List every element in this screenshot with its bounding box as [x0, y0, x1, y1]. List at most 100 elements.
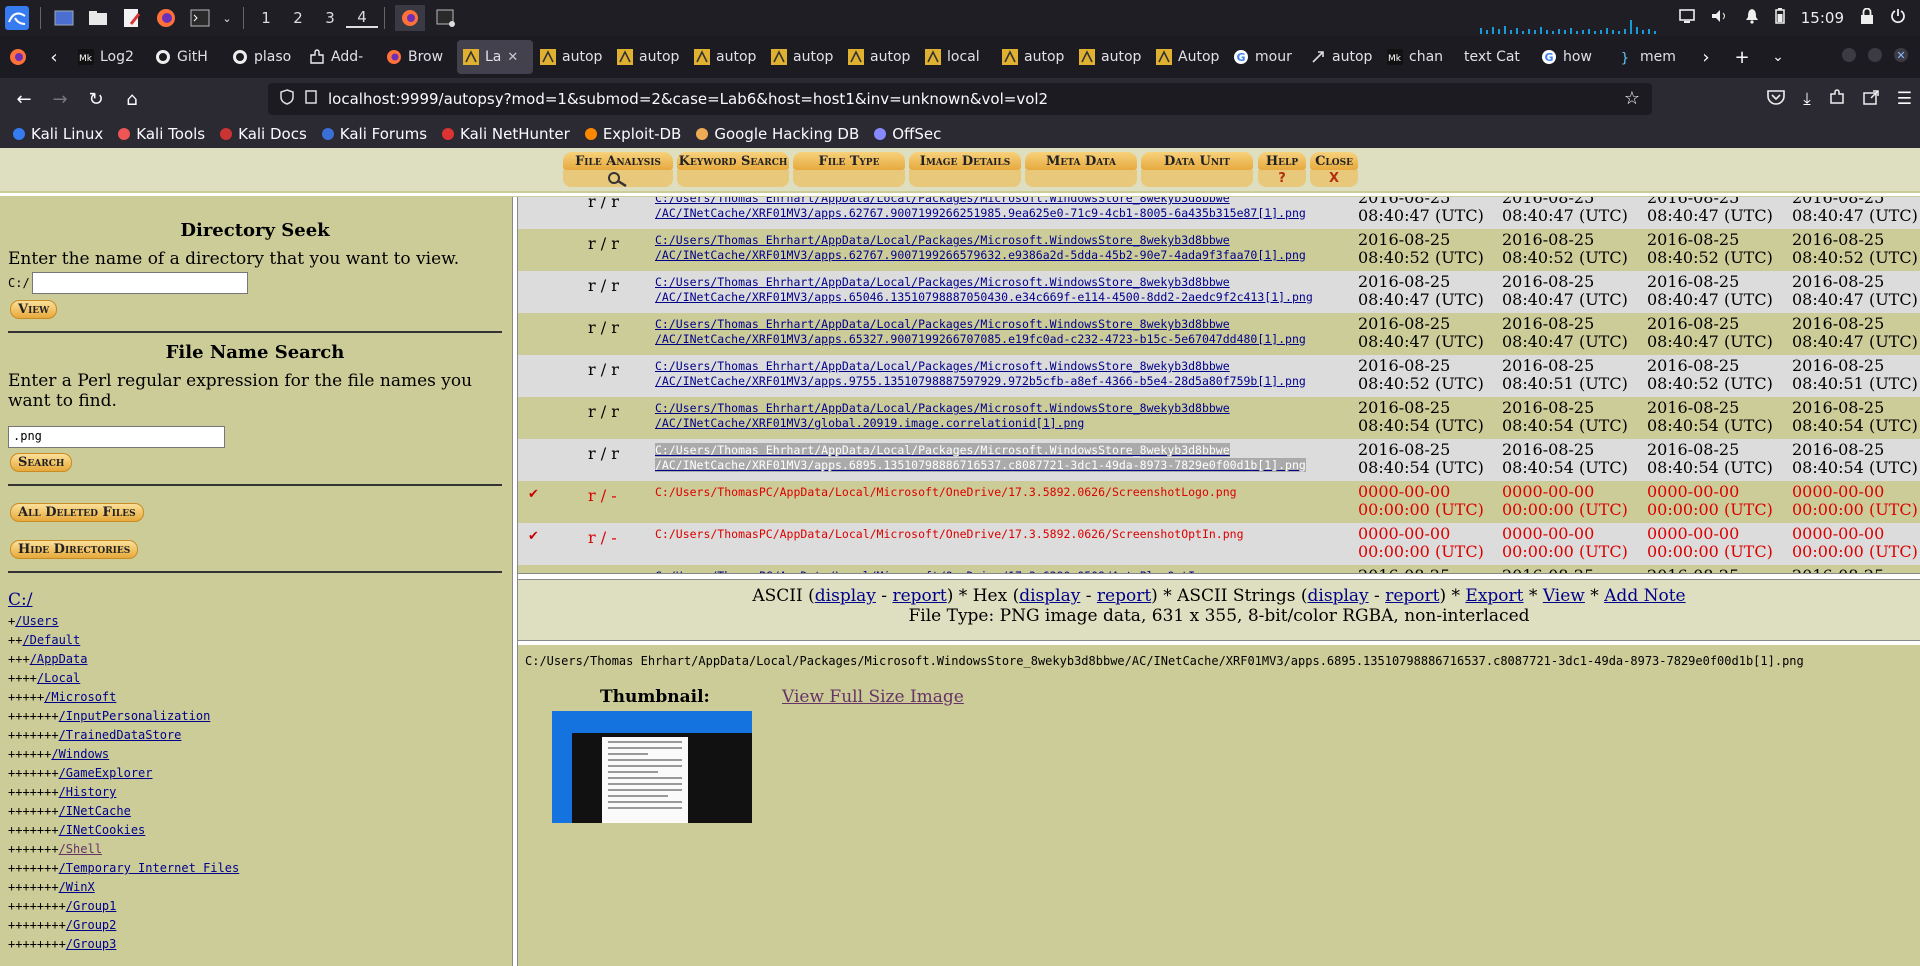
- bookmark-item[interactable]: Kali Tools: [117, 125, 205, 143]
- root-directory-link[interactable]: C:/: [8, 590, 32, 610]
- workspace-3[interactable]: 3: [314, 9, 346, 27]
- browser-tab[interactable]: autop: [1304, 40, 1380, 74]
- keyword-search-tab[interactable]: Keyword Search: [677, 152, 789, 188]
- ascii-report-link[interactable]: report: [892, 586, 946, 606]
- file-path-link[interactable]: C:/Users/Thomas Ehrhart/AppData/Local/Pa…: [655, 401, 1230, 430]
- forward-icon[interactable]: →: [42, 82, 78, 116]
- browser-tab[interactable]: autop: [534, 40, 610, 74]
- table-row[interactable]: r / r C:/Users/Thomas Ehrhart/AppData/Loc…: [518, 355, 1920, 397]
- table-row[interactable]: ✔ r / - C:/Users/ThomasPC/AppData/Local/Mi…: [518, 523, 1920, 565]
- browser-tab[interactable]: autop: [842, 40, 918, 74]
- browser-tab[interactable]: Add-: [303, 40, 379, 74]
- view-button[interactable]: View: [10, 300, 58, 319]
- tree-expand-toggle[interactable]: ++: [8, 633, 22, 647]
- terminal-window-icon[interactable]: [433, 5, 459, 31]
- url-text[interactable]: localhost:9999/autopsy?mod=1&submod=2&ca…: [328, 90, 1048, 108]
- file-path-link[interactable]: C:/Users/Thomas Ehrhart/AppData/Local/Pa…: [655, 443, 1306, 472]
- browser-tab[interactable]: Ghow: [1535, 40, 1611, 74]
- browser-tab[interactable]: Brow: [380, 40, 456, 74]
- tree-directory-link[interactable]: /Local: [37, 671, 80, 685]
- ascii-display-link[interactable]: display: [815, 586, 876, 606]
- all-deleted-files-button[interactable]: All Deleted Files: [10, 503, 144, 522]
- battery-icon[interactable]: [1775, 8, 1785, 28]
- page-info-icon[interactable]: [304, 90, 318, 108]
- file-path-link[interactable]: C:/Users/Thomas Ehrhart/AppData/Local/Pa…: [655, 317, 1306, 346]
- tree-expand-toggle[interactable]: +++++++: [8, 766, 59, 780]
- strings-display-link[interactable]: display: [1308, 586, 1369, 606]
- firefox-view-icon[interactable]: [0, 40, 36, 74]
- browser-tab[interactable]: autop: [996, 40, 1072, 74]
- tree-expand-toggle[interactable]: ++++: [8, 671, 37, 685]
- table-row[interactable]: r / r C:/Users/Thomas Ehrhart/AppData/Loc…: [518, 229, 1920, 271]
- tree-directory-link[interactable]: /Windows: [51, 747, 109, 761]
- terminal-icon[interactable]: [187, 5, 213, 31]
- table-row[interactable]: r / r C:/Users/Thomas Ehrhart/AppData/Loc…: [518, 197, 1920, 229]
- image-details-tab[interactable]: Image Details: [909, 152, 1021, 188]
- hex-display-link[interactable]: display: [1019, 586, 1080, 606]
- tree-expand-toggle[interactable]: ++++++++: [8, 918, 66, 932]
- browser-tab[interactable]: Mk Log2: [72, 40, 148, 74]
- share-icon[interactable]: [1863, 89, 1879, 110]
- downloads-icon[interactable]: ⤓: [1803, 89, 1811, 109]
- browser-tab[interactable]: } mem: [1612, 40, 1688, 74]
- search-button[interactable]: Search: [10, 453, 73, 472]
- volume-icon[interactable]: [1711, 9, 1729, 27]
- bookmark-item[interactable]: Google Hacking DB: [695, 125, 859, 143]
- list-all-tabs-icon[interactable]: ⌄: [1760, 40, 1796, 74]
- tree-directory-link[interactable]: /INetCookies: [59, 823, 146, 837]
- browser-tab[interactable]: Mk chan: [1381, 40, 1457, 74]
- tree-directory-link[interactable]: /Shell: [59, 842, 102, 856]
- help-tab[interactable]: Help ?: [1258, 152, 1306, 188]
- bookmark-item[interactable]: Kali Docs: [219, 125, 307, 143]
- tree-expand-toggle[interactable]: ++++++: [8, 747, 51, 761]
- tree-directory-link[interactable]: /Group3: [66, 937, 117, 951]
- extensions-icon[interactable]: [1829, 88, 1845, 110]
- data-unit-tab[interactable]: Data Unit: [1141, 152, 1253, 188]
- file-manager-icon[interactable]: [85, 5, 111, 31]
- tree-directory-link[interactable]: /AppData: [30, 652, 88, 666]
- tree-expand-toggle[interactable]: +++++++: [8, 785, 59, 799]
- bookmark-item[interactable]: Exploit-DB: [584, 125, 681, 143]
- tree-directory-link[interactable]: /History: [59, 785, 117, 799]
- kali-menu-icon[interactable]: [4, 5, 30, 31]
- browser-tab[interactable]: plaso: [226, 40, 302, 74]
- table-row[interactable]: r / r C:/Users/Thomas Ehrhart/AppData/Loc…: [518, 271, 1920, 313]
- tree-expand-toggle[interactable]: ++++++++: [8, 899, 66, 913]
- table-row[interactable]: ✔ r / - C:/Users/ThomasPC/AppData/Local/Mi…: [518, 481, 1920, 523]
- tree-directory-link[interactable]: /GameExplorer: [59, 766, 153, 780]
- browser-tab[interactable]: autop: [688, 40, 764, 74]
- close-tab[interactable]: Close X: [1310, 152, 1358, 188]
- browser-tab[interactable]: Autop: [1150, 40, 1226, 74]
- bookmark-star-icon[interactable]: ☆: [1624, 88, 1640, 109]
- view-link[interactable]: View: [1543, 586, 1585, 606]
- browser-tab[interactable]: autop: [765, 40, 841, 74]
- back-icon[interactable]: ←: [6, 82, 42, 116]
- tree-expand-toggle[interactable]: +++++++: [8, 709, 59, 723]
- file-path-link[interactable]: C:/Users/Thomas Ehrhart/AppData/Local/Pa…: [655, 275, 1313, 304]
- file-name-input[interactable]: .png: [8, 426, 225, 448]
- hide-directories-button[interactable]: Hide Directories: [10, 540, 139, 559]
- file-path-link[interactable]: C:/Users/ThomasPC/AppData/Local/Microsof…: [655, 527, 1244, 542]
- tree-expand-toggle[interactable]: +++++++: [8, 804, 59, 818]
- minimize-icon[interactable]: [1842, 48, 1856, 62]
- workspace-4[interactable]: 4: [346, 8, 378, 28]
- text-editor-icon[interactable]: [119, 5, 145, 31]
- bookmark-item[interactable]: OffSec: [873, 125, 941, 143]
- strings-report-link[interactable]: report: [1385, 586, 1439, 606]
- tree-directory-link[interactable]: /InputPersonalization: [59, 709, 211, 723]
- file-type-tab[interactable]: File Type: [793, 152, 905, 188]
- browser-tab[interactable]: autop: [611, 40, 687, 74]
- tree-directory-link[interactable]: /Group2: [66, 918, 117, 932]
- view-full-size-link[interactable]: View Full Size Image: [782, 687, 964, 707]
- lock-icon[interactable]: [1860, 7, 1874, 28]
- browser-tab[interactable]: autop: [1073, 40, 1149, 74]
- browser-tab[interactable]: La ✕: [457, 40, 533, 74]
- tree-directory-link[interactable]: /TrainedDataStore: [59, 728, 182, 742]
- tree-directory-link[interactable]: /Temporary Internet Files: [59, 861, 240, 875]
- file-path-link[interactable]: C:/Users/Thomas Ehrhart/AppData/Local/Pa…: [655, 233, 1306, 262]
- bookmark-item[interactable]: Kali Forums: [321, 125, 427, 143]
- firefox-window-icon[interactable]: [395, 5, 425, 31]
- browser-tab[interactable]: text Cat: [1458, 40, 1534, 74]
- tree-expand-toggle[interactable]: +++++: [8, 690, 44, 704]
- home-icon[interactable]: ⌂: [114, 82, 150, 116]
